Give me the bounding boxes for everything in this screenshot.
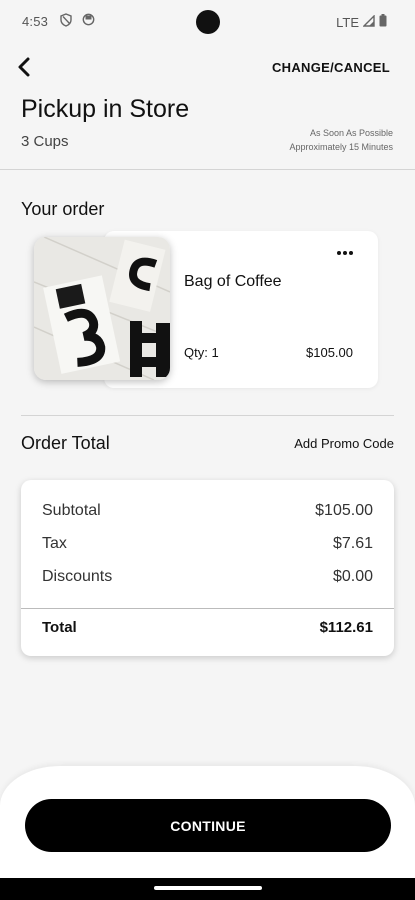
total-value: $112.61 — [319, 619, 373, 636]
discounts-row: Discounts $0.00 — [42, 568, 373, 586]
product-price: $105.00 — [306, 345, 353, 360]
signal-icon — [362, 13, 375, 30]
status-time: 4:53 — [22, 14, 49, 29]
totals-divider — [21, 608, 394, 609]
subtotal-label: Subtotal — [42, 502, 101, 519]
cup-count: 3 Cups — [21, 133, 69, 150]
system-nav-bar — [0, 878, 415, 900]
pickup-timing: As Soon As Possible Approximately 15 Min… — [289, 126, 393, 154]
divider — [21, 415, 394, 416]
discounts-value: $0.00 — [332, 568, 373, 585]
battery-icon — [379, 14, 387, 30]
add-promo-code-link[interactable]: Add Promo Code — [294, 436, 394, 451]
product-name: Bag of Coffee — [184, 273, 282, 290]
change-cancel-button[interactable]: CHANGE/CANCEL — [272, 60, 390, 75]
divider — [0, 169, 415, 170]
total-label: Total — [42, 619, 77, 636]
network-label: LTE — [336, 14, 359, 30]
order-total-heading: Order Total — [21, 433, 110, 453]
timing-line-1: As Soon As Possible — [309, 128, 393, 138]
status-bar: 4:53 LTE — [0, 0, 415, 44]
total-row: Total $112.61 — [42, 619, 373, 636]
subtotal-value: $105.00 — [315, 502, 373, 519]
totals-card: Subtotal $105.00 Tax $7.61 Discounts $0.… — [21, 480, 394, 656]
discounts-label: Discounts — [42, 568, 113, 585]
status-right-group: LTE — [336, 13, 387, 30]
home-indicator[interactable] — [154, 886, 262, 890]
product-image — [34, 237, 170, 380]
continue-button[interactable]: CONTINUE — [25, 799, 391, 852]
your-order-heading: Your order — [21, 199, 105, 219]
more-horizontal-icon[interactable] — [336, 243, 354, 255]
chevron-left-icon[interactable] — [14, 56, 36, 78]
order-item-card[interactable]: Bag of Coffee Qty: 1 $105.00 — [34, 231, 378, 388]
product-quantity: Qty: 1 — [184, 345, 219, 360]
tax-label: Tax — [42, 535, 67, 552]
tax-value: $7.61 — [332, 535, 373, 552]
shield-icon — [60, 13, 72, 32]
timing-line-2: Approximately 15 Minutes — [289, 142, 393, 152]
tax-row: Tax $7.61 — [42, 535, 373, 553]
sync-icon — [82, 13, 95, 31]
page-title: Pickup in Store — [21, 95, 190, 123]
camera-cutout — [196, 10, 220, 34]
subtotal-row: Subtotal $105.00 — [42, 502, 373, 520]
